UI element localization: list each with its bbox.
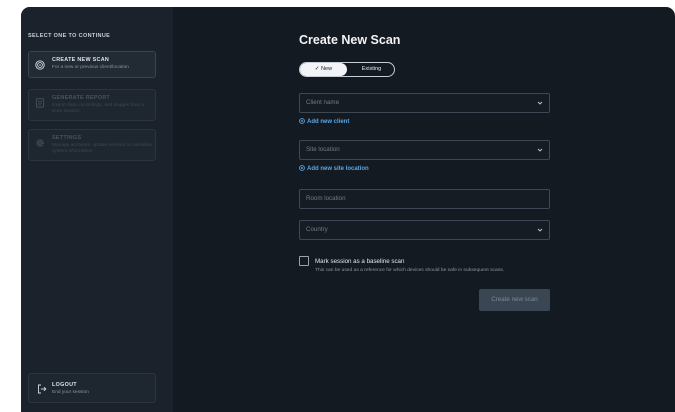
- sidebar-item-settings[interactable]: SETTINGS Manage accounts, update sensors…: [28, 129, 156, 161]
- baseline-scan-checkbox[interactable]: [299, 256, 309, 266]
- main-panel: Create New Scan ✓ New Existing Client na…: [173, 7, 675, 412]
- sidebar-item-create-new-scan[interactable]: CREATE NEW SCAN For a new or previous cl…: [28, 51, 156, 78]
- logout-icon: [38, 384, 47, 394]
- add-new-site-link[interactable]: Add new site location: [299, 165, 369, 172]
- new-existing-toggle: ✓ New Existing: [299, 62, 395, 77]
- room-location-input[interactable]: Room location: [299, 189, 550, 209]
- sidebar-item-title: GENERATE REPORT: [52, 95, 111, 101]
- toggle-option-new[interactable]: ✓ New: [300, 63, 347, 76]
- toggle-option-existing[interactable]: Existing: [349, 63, 394, 76]
- sidebar-heading: SELECT ONE TO CONTINUE: [28, 33, 111, 39]
- sidebar-item-generate-report[interactable]: GENERATE REPORT Export data, recordings,…: [28, 89, 156, 121]
- country-placeholder: Country: [306, 226, 328, 233]
- plus-circle-icon: [299, 118, 305, 124]
- sidebar-item-subtitle: For a new or previous client/location: [52, 65, 129, 70]
- toggle-new-label: New: [321, 66, 333, 72]
- sidebar-item-subtitle: Export data, recordings, and images from…: [52, 103, 144, 114]
- checkmark-icon: ✓: [314, 66, 320, 72]
- page-title: Create New Scan: [299, 33, 401, 47]
- room-location-placeholder: Room location: [306, 195, 346, 202]
- baseline-scan-label: Mark session as a baseline scan: [315, 258, 405, 265]
- create-new-scan-button[interactable]: Create new scan: [479, 289, 550, 311]
- chevron-down-icon: [537, 101, 543, 105]
- country-select[interactable]: Country: [299, 220, 550, 240]
- site-location-select[interactable]: Site location: [299, 140, 550, 160]
- site-location-placeholder: Site location: [306, 146, 340, 153]
- add-new-client-label: Add new client: [307, 119, 350, 125]
- document-icon: [36, 98, 44, 108]
- client-name-select[interactable]: Client name: [299, 93, 550, 113]
- plus-circle-icon: [299, 165, 305, 171]
- app-window: SELECT ONE TO CONTINUE CREATE NEW SCAN F…: [21, 7, 675, 412]
- client-name-placeholder: Client name: [306, 99, 340, 106]
- add-new-client-link[interactable]: Add new client: [299, 118, 349, 125]
- chevron-down-icon: [537, 228, 543, 232]
- logout-button[interactable]: LOGOUT End your session: [28, 373, 156, 403]
- sidebar: SELECT ONE TO CONTINUE CREATE NEW SCAN F…: [21, 7, 173, 412]
- gear-icon: [36, 139, 44, 147]
- target-icon: [35, 60, 45, 70]
- baseline-scan-help: This can be used as a reference for whic…: [315, 268, 505, 273]
- sidebar-item-subtitle: Manage accounts, update sensors on sensi…: [52, 143, 152, 154]
- chevron-down-icon: [537, 148, 543, 152]
- logout-title: LOGOUT: [52, 382, 77, 388]
- add-new-site-label: Add new site location: [307, 166, 369, 172]
- sidebar-item-title: SETTINGS: [52, 135, 82, 141]
- sidebar-item-title: CREATE NEW SCAN: [52, 57, 110, 63]
- logout-subtitle: End your session: [52, 390, 89, 395]
